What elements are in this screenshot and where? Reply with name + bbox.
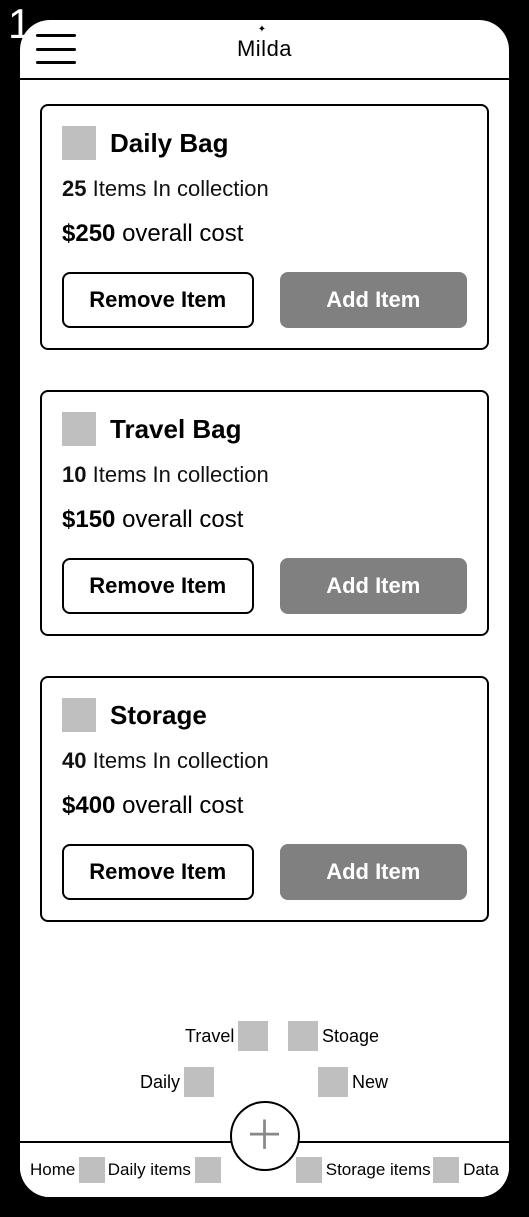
collection-card-storage: Storage 40 Items In collection $400 over… [40, 676, 489, 922]
card-item-count: 10 Items In collection [62, 462, 467, 488]
card-item-count: 25 Items In collection [62, 176, 467, 202]
fab-add-button[interactable]: ＋ [230, 1101, 300, 1171]
add-item-button[interactable]: Add Item [280, 558, 468, 614]
card-cost: $150 overall cost [62, 506, 467, 534]
remove-item-button[interactable]: Remove Item [62, 272, 254, 328]
app-logo: Milda [237, 36, 292, 62]
nav-data[interactable]: Data [433, 1157, 499, 1183]
collection-card-travel: Travel Bag 10 Items In collection $150 o… [40, 390, 489, 636]
add-item-button[interactable]: Add Item [280, 272, 468, 328]
card-cost: $250 overall cost [62, 220, 467, 248]
remove-item-button[interactable]: Remove Item [62, 844, 254, 900]
card-title: Travel Bag [110, 414, 242, 445]
collection-card-daily: Daily Bag 25 Items In collection $250 ov… [40, 104, 489, 350]
nav-home[interactable]: Home [30, 1157, 105, 1183]
plus-icon: ＋ [245, 1116, 285, 1156]
placeholder-icon [433, 1157, 459, 1183]
placeholder-icon [288, 1021, 318, 1051]
placeholder-icon [79, 1157, 105, 1183]
placeholder-icon [195, 1157, 221, 1183]
phone-frame: Milda Daily Bag 25 Items In collection $… [20, 20, 509, 1197]
remove-item-button[interactable]: Remove Item [62, 558, 254, 614]
hamburger-icon[interactable] [36, 34, 76, 64]
placeholder-icon [184, 1067, 214, 1097]
header: Milda [20, 20, 509, 80]
placeholder-icon [238, 1021, 268, 1051]
card-item-count: 40 Items In collection [62, 748, 467, 774]
card-icon [62, 698, 96, 732]
card-cost: $400 overall cost [62, 792, 467, 820]
card-title: Daily Bag [110, 128, 229, 159]
card-title: Storage [110, 700, 207, 731]
placeholder-icon [296, 1157, 322, 1183]
radial-item-storage[interactable]: Stoage [288, 1021, 379, 1051]
card-icon [62, 412, 96, 446]
radial-item-travel[interactable]: Travel [185, 1021, 268, 1051]
placeholder-icon [318, 1067, 348, 1097]
add-item-button[interactable]: Add Item [280, 844, 468, 900]
card-icon [62, 126, 96, 160]
nav-daily-items[interactable]: Daily items [108, 1157, 221, 1183]
frame-number: 1 [8, 0, 31, 48]
nav-storage-items[interactable]: Storage items [296, 1157, 431, 1183]
radial-item-new[interactable]: New [318, 1067, 388, 1097]
radial-item-daily[interactable]: Daily [140, 1067, 214, 1097]
